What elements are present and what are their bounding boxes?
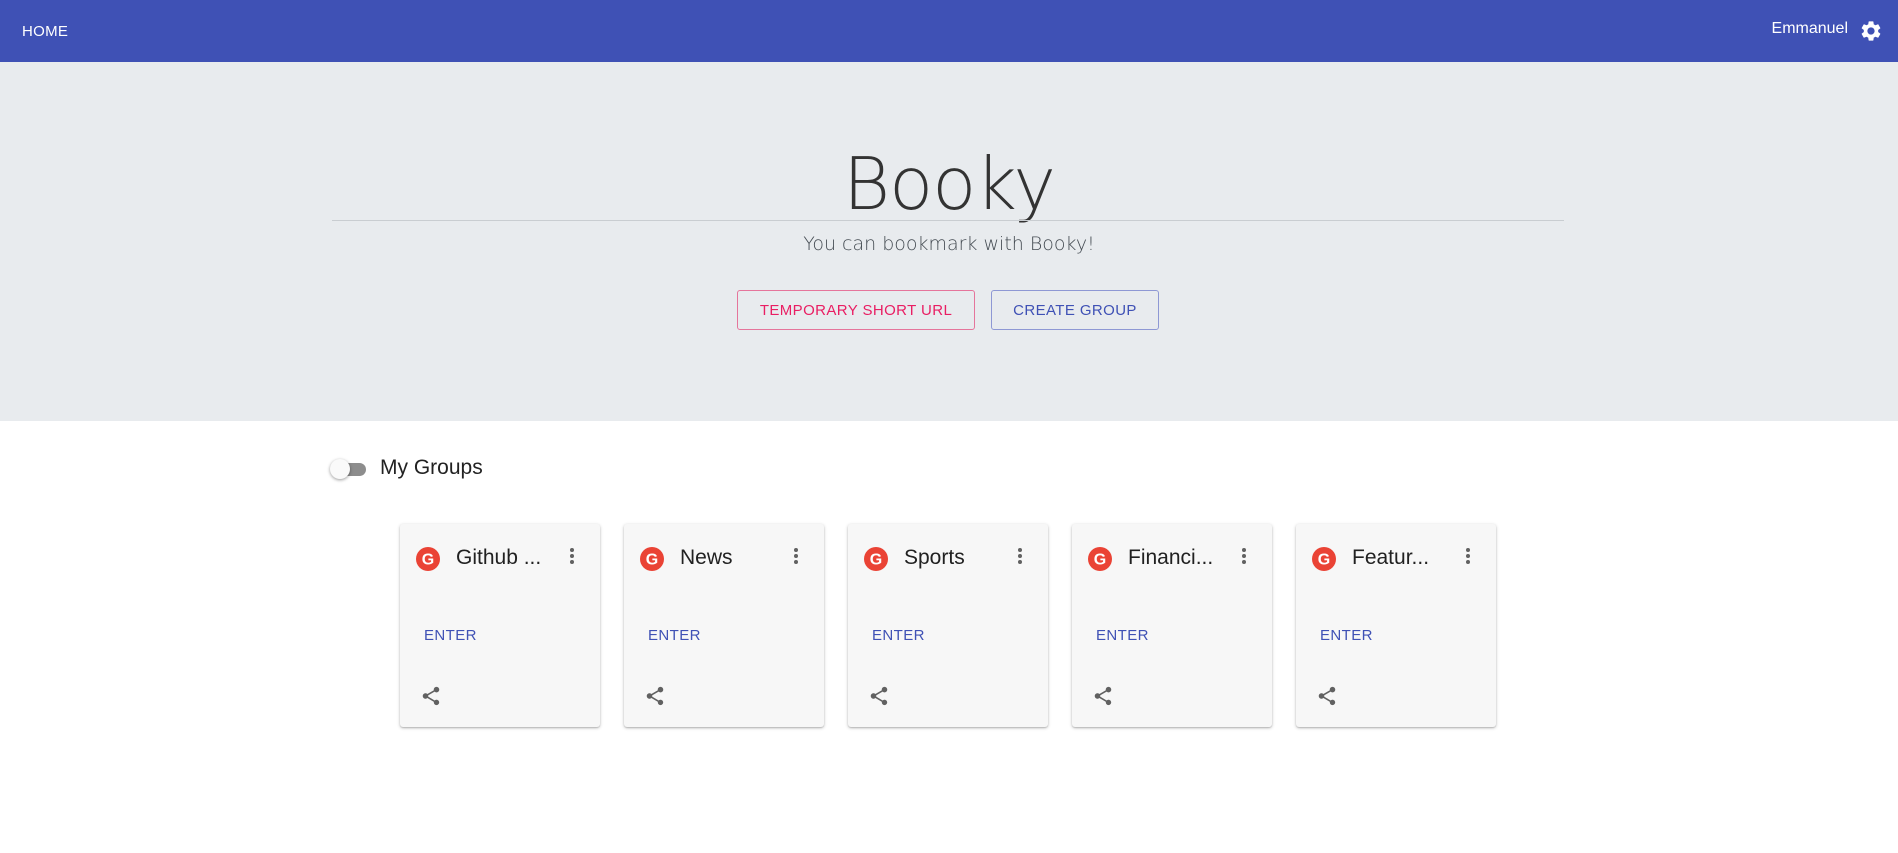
my-groups-toggle[interactable]: My Groups — [330, 456, 483, 480]
group-card: G Sports ENTER — [848, 524, 1048, 727]
groups-switch[interactable] — [330, 456, 370, 480]
more-vert-icon[interactable] — [566, 544, 578, 568]
group-card: G Featur... ENTER — [1296, 524, 1496, 727]
app-bar: HOME Emmanuel — [0, 0, 1898, 62]
more-vert-icon[interactable] — [1014, 544, 1026, 568]
hero-subtitle: You can bookmark with Booky! — [803, 233, 1095, 255]
page-title: Booky — [843, 142, 1056, 226]
svg-text:G: G — [422, 552, 434, 569]
google-icon: G — [1088, 547, 1112, 571]
svg-text:G: G — [646, 552, 658, 569]
google-icon: G — [1312, 547, 1336, 571]
google-icon: G — [416, 547, 440, 571]
share-icon[interactable] — [1091, 684, 1115, 708]
share-icon[interactable] — [1315, 684, 1339, 708]
hero-section: Booky You can bookmark with Booky! TEMPO… — [0, 62, 1898, 421]
share-icon[interactable] — [867, 684, 891, 708]
card-title: Featur... — [1352, 546, 1430, 569]
svg-text:G: G — [870, 552, 882, 569]
enter-button[interactable]: ENTER — [634, 620, 715, 650]
gear-icon — [1861, 21, 1881, 41]
svg-text:G: G — [1318, 552, 1330, 569]
group-card: G Financi... ENTER — [1072, 524, 1272, 727]
settings-button[interactable] — [1856, 16, 1886, 46]
card-title: Github ... — [456, 546, 542, 569]
group-card: G News ENTER — [624, 524, 824, 727]
user-name[interactable]: Emmanuel — [1772, 20, 1848, 38]
switch-thumb[interactable] — [330, 459, 350, 479]
hero-actions: TEMPORARY SHORT URL CREATE GROUP — [737, 290, 1159, 330]
enter-button[interactable]: ENTER — [410, 620, 491, 650]
google-icon: G — [864, 547, 888, 571]
group-cards: G Github ... ENTER G News ENTER G Sports — [400, 524, 1496, 727]
group-card: G Github ... ENTER — [400, 524, 600, 727]
share-icon[interactable] — [643, 684, 667, 708]
hero-divider — [332, 220, 1564, 221]
google-icon: G — [640, 547, 664, 571]
card-title: News — [680, 546, 733, 569]
home-button[interactable]: HOME — [10, 14, 80, 48]
enter-button[interactable]: ENTER — [1082, 620, 1163, 650]
more-vert-icon[interactable] — [1462, 544, 1474, 568]
create-group-button[interactable]: CREATE GROUP — [991, 290, 1159, 330]
card-title: Sports — [904, 546, 965, 569]
temporary-short-url-button[interactable]: TEMPORARY SHORT URL — [737, 290, 975, 330]
svg-text:G: G — [1094, 552, 1106, 569]
enter-button[interactable]: ENTER — [1306, 620, 1387, 650]
more-vert-icon[interactable] — [1238, 544, 1250, 568]
more-vert-icon[interactable] — [790, 544, 802, 568]
share-icon[interactable] — [419, 684, 443, 708]
card-title: Financi... — [1128, 546, 1214, 569]
enter-button[interactable]: ENTER — [858, 620, 939, 650]
my-groups-label: My Groups — [380, 456, 483, 479]
